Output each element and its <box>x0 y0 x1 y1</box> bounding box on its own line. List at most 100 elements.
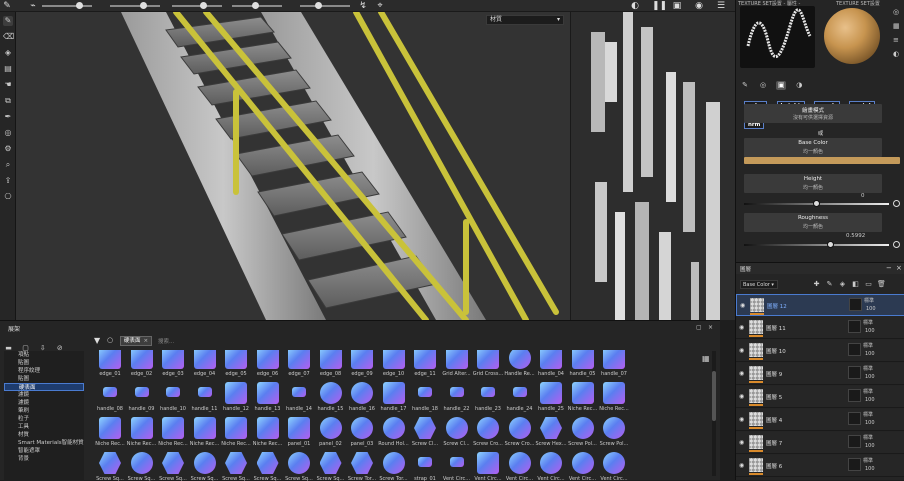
polygon-fill-icon[interactable]: ▤ <box>3 64 13 74</box>
visibility-eye-icon[interactable]: ◉ <box>740 302 747 309</box>
spacing-slider[interactable] <box>232 2 282 9</box>
close-shelf-icon[interactable]: × <box>708 324 713 331</box>
asset-item[interactable]: Screw Sq... <box>314 452 347 481</box>
display-settings-icon[interactable]: ☰ <box>716 1 726 11</box>
roughness-field[interactable]: Roughness 均一顏色 <box>744 213 882 232</box>
asset-item[interactable]: Vent Circ... <box>566 452 599 481</box>
visibility-eye-icon[interactable]: ◉ <box>739 416 746 423</box>
projection-tool-icon[interactable]: ◈ <box>3 48 13 58</box>
add-fill-layer-icon[interactable]: ◈ <box>838 280 847 289</box>
asset-item[interactable]: handle_07 <box>597 350 630 380</box>
asset-item[interactable]: Screw Cl... <box>408 417 441 450</box>
texture-set-list-icon[interactable]: ◎ <box>893 8 901 16</box>
stroke-opacity-slider[interactable] <box>172 2 222 9</box>
asset-item[interactable]: Round Hol... <box>377 417 410 450</box>
delete-layer-icon[interactable]: 🗑 <box>877 280 886 289</box>
clone-tool-icon[interactable]: ⧉ <box>3 96 13 106</box>
layer-blend-mode[interactable]: 標準 <box>863 319 873 326</box>
height-slider[interactable] <box>744 200 889 207</box>
layer-name[interactable]: 圖層 9 <box>766 370 782 378</box>
display-icon[interactable]: ◐ <box>893 50 901 58</box>
category-item[interactable]: 貼圖 <box>4 359 84 367</box>
asset-item[interactable]: Handle Re... <box>503 350 536 380</box>
camera-icon[interactable]: ◐ <box>630 1 640 11</box>
asset-item[interactable]: panel_03 <box>345 417 378 450</box>
filter-icon[interactable]: ▼ <box>94 336 100 345</box>
brush-tab-icon[interactable]: ✎ <box>740 81 750 90</box>
layer-opacity[interactable]: 100 <box>865 328 875 334</box>
maximize-icon[interactable]: ▢ <box>696 324 702 331</box>
layer-opacity[interactable]: 100 <box>865 351 875 357</box>
asset-item[interactable]: handle_18 <box>408 382 441 415</box>
layer-name[interactable]: 圖層 5 <box>766 393 782 401</box>
asset-item[interactable]: Grid Cross... <box>471 350 504 380</box>
layers-icon[interactable]: ▦ <box>893 22 901 30</box>
roughness-slider-knob[interactable] <box>827 241 834 248</box>
paint-mode-field[interactable]: 繪畫模式 沒有可供選擇資源 <box>744 104 882 123</box>
layer-name[interactable]: 圖層 10 <box>766 347 786 355</box>
lazy-mouse-icon[interactable]: ⌖ <box>375 1 385 11</box>
eraser-tool-icon[interactable]: ⌫ <box>3 32 14 42</box>
visibility-eye-icon[interactable]: ◉ <box>739 370 746 377</box>
asset-item[interactable]: handle_25 <box>534 382 567 415</box>
paint-tool-icon[interactable]: ✎ <box>3 16 13 26</box>
filter-chip[interactable]: 硬表面 × <box>120 336 153 346</box>
asset-item[interactable]: panel_02 <box>314 417 347 450</box>
category-item[interactable]: 材質 <box>4 431 84 439</box>
asset-item[interactable]: handle_15 <box>314 382 347 415</box>
size-slider[interactable] <box>42 2 92 9</box>
asset-item[interactable]: handle_14 <box>282 382 315 415</box>
asset-item[interactable]: Screw Sq... <box>251 452 284 481</box>
viewport-3d[interactable]: 材質 ▾ <box>16 12 570 320</box>
layer-name[interactable]: 圖層 12 <box>767 302 787 310</box>
asset-item[interactable]: Grid Alter... <box>440 350 473 380</box>
base-color-field[interactable]: Base Color 均一顏色 <box>744 138 882 157</box>
render-icon[interactable]: ▣ <box>672 1 682 11</box>
material-mode-dropdown[interactable]: 材質 ▾ <box>486 15 564 25</box>
asset-item[interactable]: Niche Rec... <box>219 417 252 450</box>
asset-item[interactable]: Niche Rec... <box>597 382 630 415</box>
asset-item[interactable]: Screw Sq... <box>219 452 252 481</box>
category-item[interactable]: 貼圖 <box>4 375 84 383</box>
category-item[interactable]: 濾鏡 <box>4 391 84 399</box>
close-icon[interactable]: × <box>896 264 902 272</box>
color-picker-icon[interactable]: ✒ <box>3 112 13 122</box>
layer-opacity[interactable]: 100 <box>865 420 875 426</box>
asset-item[interactable]: Screw Hex... <box>534 417 567 450</box>
base-color-swatch[interactable] <box>744 157 900 164</box>
asset-item[interactable]: Niche Rec... <box>251 417 284 450</box>
asset-item[interactable]: Niche Rec... <box>156 417 189 450</box>
category-item[interactable]: Smart Materials智能材質 <box>4 439 84 447</box>
alpha-tab-icon[interactable]: ◎ <box>758 81 768 90</box>
asset-item[interactable]: handle_17 <box>377 382 410 415</box>
category-item[interactable]: 智能遮罩 <box>4 447 84 455</box>
layer-blend-mode[interactable]: 標準 <box>863 365 873 372</box>
asset-item[interactable]: handle_04 <box>534 350 567 380</box>
layer-blend-mode[interactable]: 標準 <box>863 411 873 418</box>
asset-item[interactable]: Screw Pol... <box>597 417 630 450</box>
category-item[interactable]: 背景 <box>4 455 84 463</box>
asset-item[interactable]: Screw Sq... <box>282 452 315 481</box>
material-tab-icon[interactable]: ▣ <box>776 81 787 90</box>
asset-item[interactable]: Vent Circ... <box>440 452 473 481</box>
layer-name[interactable]: 圖層 11 <box>766 324 786 332</box>
asset-item[interactable]: Screw Tor... <box>345 452 378 481</box>
layer-row[interactable]: ◉ 圖層 10 標準 100 <box>736 340 904 362</box>
asset-item[interactable]: Vent Circ... <box>534 452 567 481</box>
asset-item[interactable]: Screw Cl... <box>440 417 473 450</box>
visibility-eye-icon[interactable]: ◉ <box>739 347 746 354</box>
asset-item[interactable]: strap_01 <box>408 452 441 481</box>
asset-item[interactable]: edge_06 <box>251 350 284 380</box>
category-item[interactable]: 濾鏡 <box>4 399 84 407</box>
asset-item[interactable]: Screw Cro... <box>471 417 504 450</box>
layer-opacity[interactable]: 100 <box>865 466 875 472</box>
asset-item[interactable]: handle_13 <box>251 382 284 415</box>
asset-item[interactable]: handle_22 <box>440 382 473 415</box>
layer-name[interactable]: 圖層 4 <box>766 416 782 424</box>
height-slider-knob[interactable] <box>812 200 820 207</box>
asset-item[interactable]: Vent Circ... <box>471 452 504 481</box>
category-item[interactable]: 項點 <box>4 351 84 359</box>
asset-item[interactable]: edge_11 <box>408 350 441 380</box>
visibility-eye-icon[interactable]: ◉ <box>739 462 746 469</box>
asset-item[interactable]: edge_04 <box>188 350 221 380</box>
